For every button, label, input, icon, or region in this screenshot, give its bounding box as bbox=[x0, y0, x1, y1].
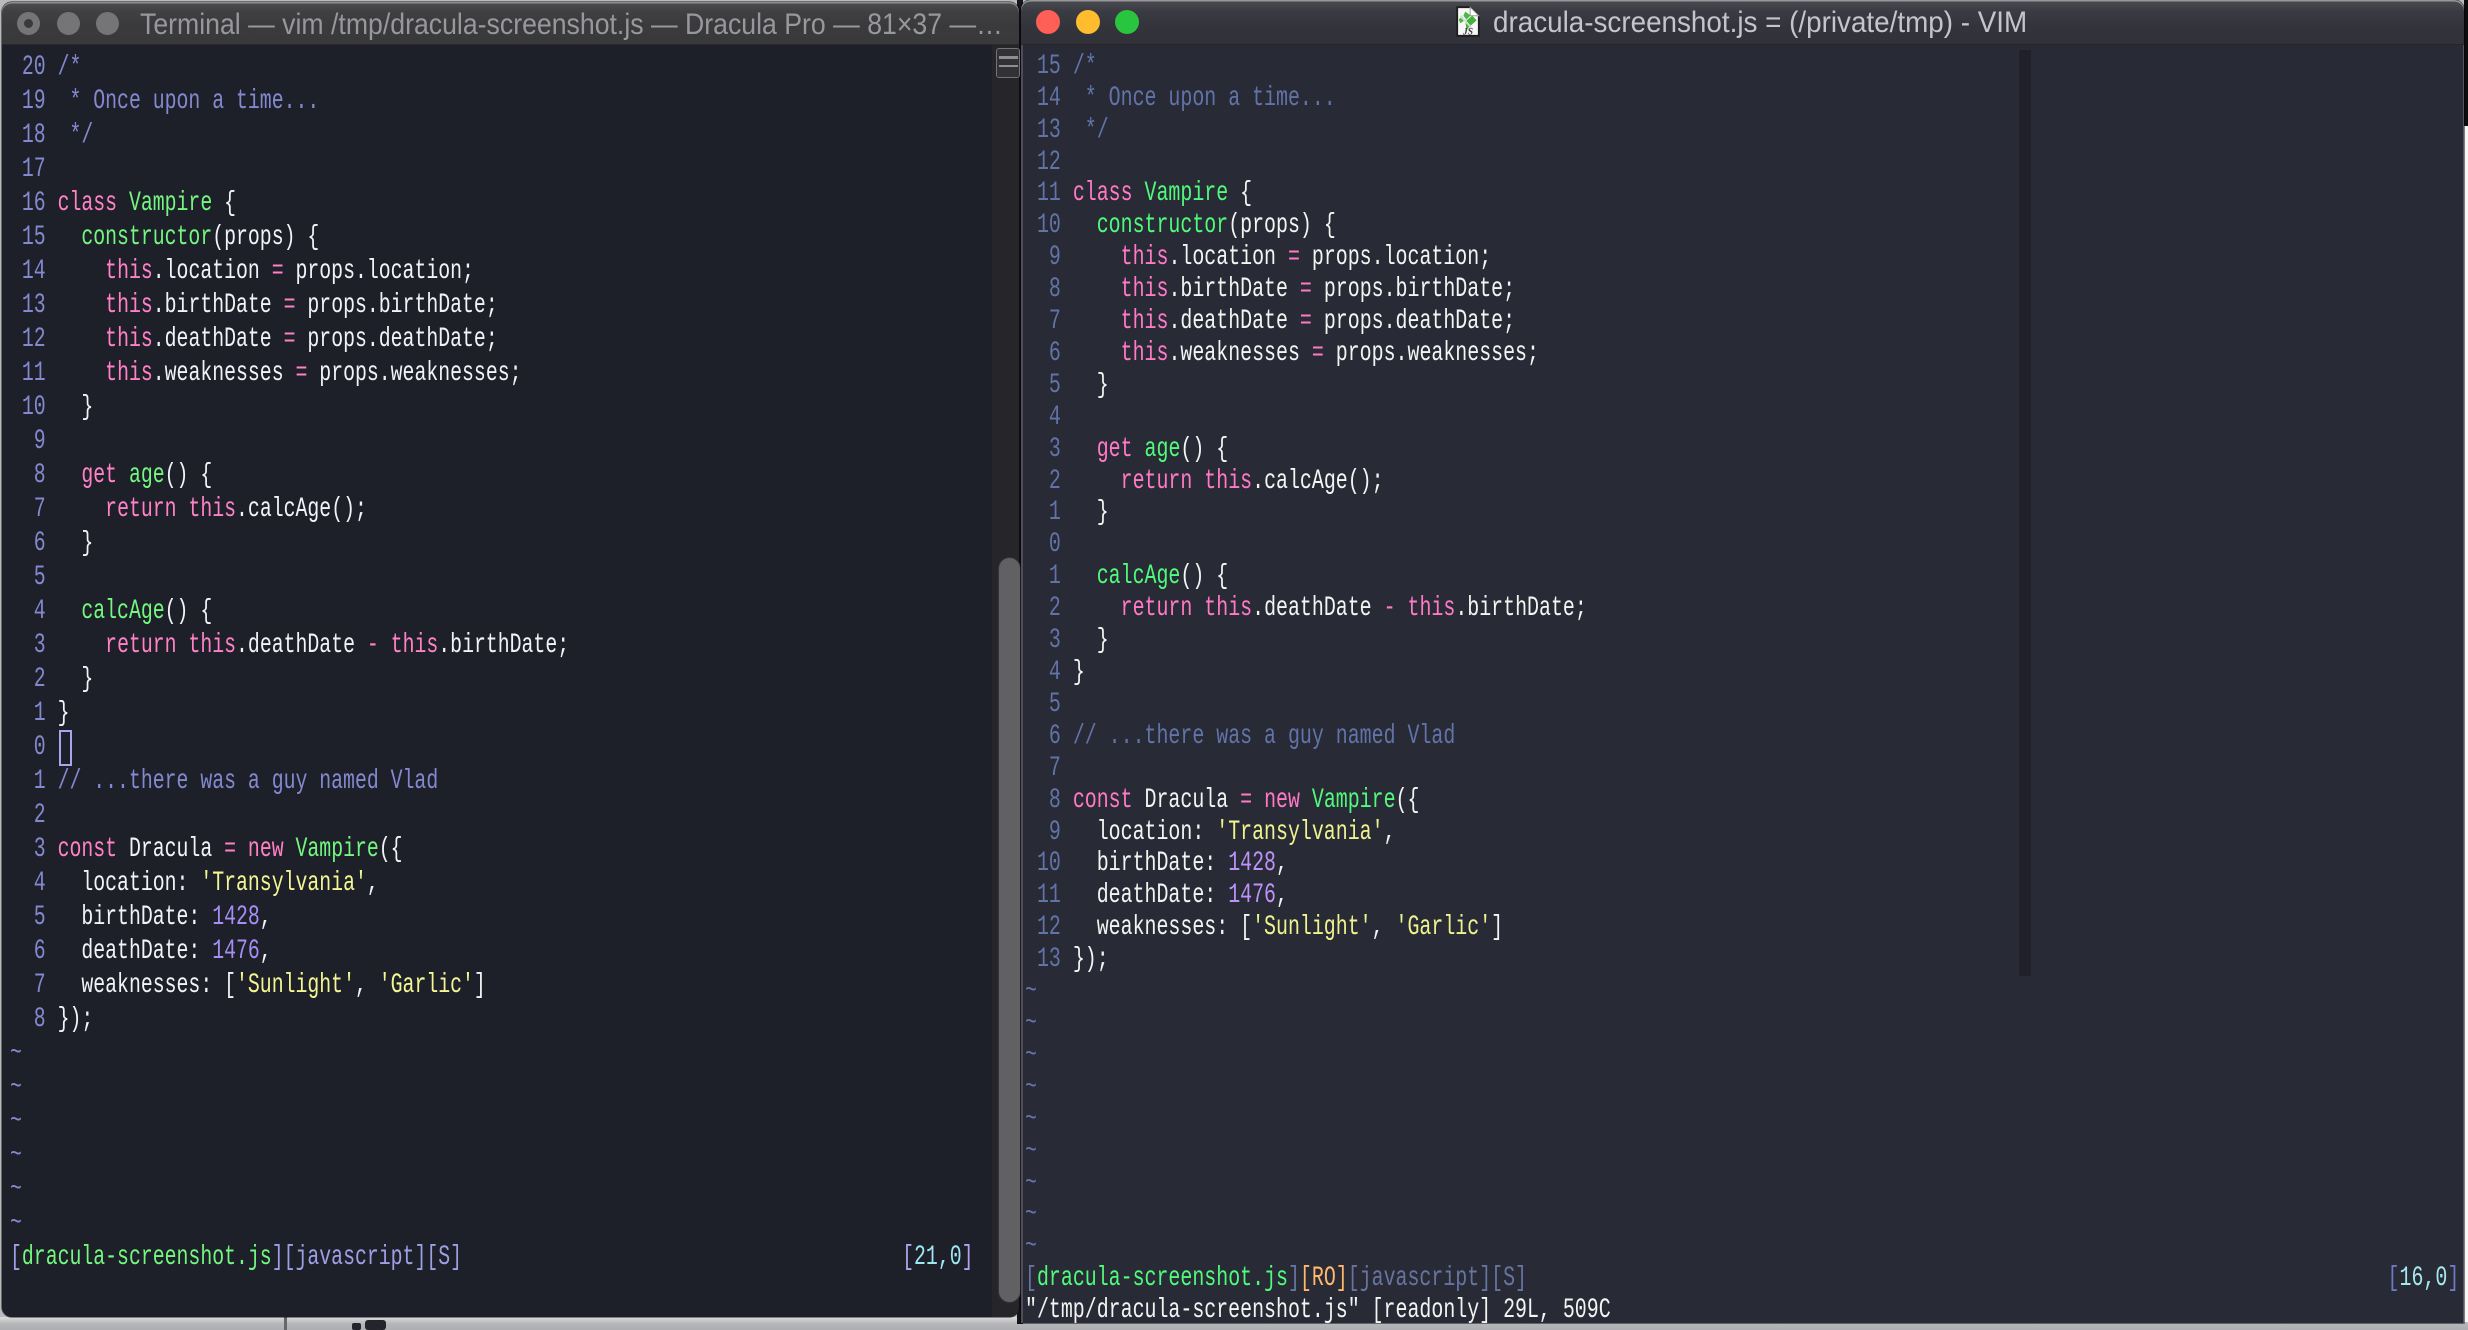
svg-text:JS: JS bbox=[1462, 28, 1473, 38]
